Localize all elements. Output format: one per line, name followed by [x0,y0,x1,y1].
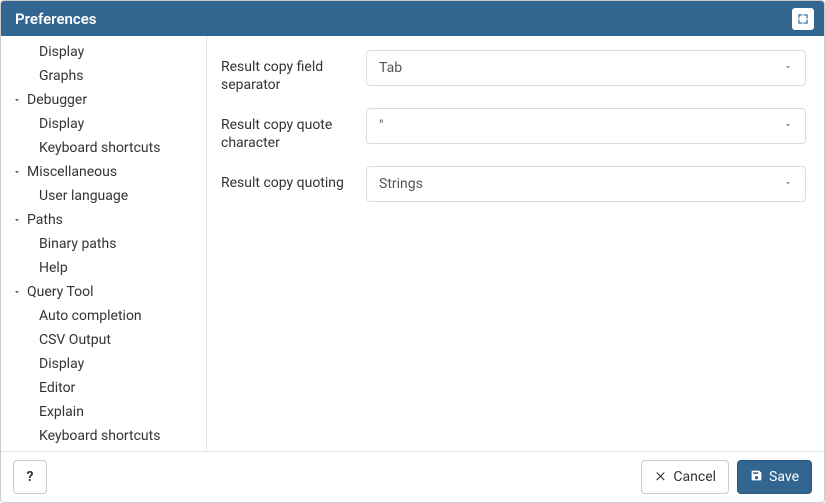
sidebar-item[interactable]: Display [1,112,206,136]
chevron-down-icon [11,214,23,226]
form-control: " [366,108,806,144]
cancel-button[interactable]: Cancel [641,460,729,494]
close-icon [654,469,667,486]
select-input[interactable]: " [366,108,806,144]
form-label: Result copy quote character [221,108,366,152]
select-value: Strings [379,176,423,192]
chevron-down-icon [11,166,23,178]
dialog-title: Preferences [15,10,97,28]
dialog-body: DisplayGraphsDebuggerDisplayKeyboard sho… [1,36,824,451]
form-control: Strings [366,166,806,202]
sidebar-group-header[interactable]: Paths [1,208,206,232]
sidebar-group-label: Paths [27,210,63,230]
form-label: Result copy field separator [221,50,366,94]
sidebar-item[interactable]: Display [1,40,206,64]
select-input[interactable]: Tab [366,50,806,86]
titlebar: Preferences [1,1,824,36]
chevron-down-icon [11,286,23,298]
sidebar-group-label: Query Tool [27,282,94,302]
footer: ? Cancel Save [1,451,824,502]
sidebar-item[interactable]: Display [1,352,206,376]
sidebar-group-header[interactable]: Miscellaneous [1,160,206,184]
sidebar-group-label: Miscellaneous [27,162,117,182]
sidebar-item[interactable]: User language [1,184,206,208]
select-value: Tab [379,60,402,76]
caret-down-icon [783,60,793,76]
caret-down-icon [783,176,793,192]
save-label: Save [769,469,799,485]
select-value: " [379,118,383,134]
sidebar-item[interactable]: Keyboard shortcuts [1,424,206,448]
chevron-down-icon [11,94,23,106]
select-input[interactable]: Strings [366,166,806,202]
save-button[interactable]: Save [737,460,812,494]
preferences-dialog: Preferences DisplayGraphsDebuggerDisplay… [0,0,825,503]
cancel-label: Cancel [673,469,716,485]
sidebar-item[interactable]: Explain [1,400,206,424]
sidebar-group: MiscellaneousUser language [1,160,206,208]
caret-down-icon [783,118,793,134]
sidebar-item[interactable]: Binary paths [1,232,206,256]
help-icon: ? [27,469,34,485]
help-button[interactable]: ? [13,460,47,494]
content-pane: Result copy field separatorTabResult cop… [207,36,824,451]
sidebar-item[interactable]: Help [1,256,206,280]
form-label: Result copy quoting [221,166,366,192]
form-row: Result copy quote character " [221,108,806,152]
expand-icon[interactable] [792,8,814,30]
sidebar-group-header[interactable]: Debugger [1,88,206,112]
footer-actions: Cancel Save [641,460,812,494]
form-row: Result copy field separator Tab [221,50,806,94]
sidebar-group: DebuggerDisplayKeyboard shortcuts [1,88,206,160]
sidebar-item[interactable]: CSV Output [1,328,206,352]
sidebar-group: DisplayGraphs [1,40,206,88]
sidebar-group-header[interactable]: Query Tool [1,280,206,304]
sidebar-item[interactable]: Graphs [1,64,206,88]
sidebar-item[interactable]: Auto completion [1,304,206,328]
sidebar-item[interactable]: Keyboard shortcuts [1,136,206,160]
sidebar: DisplayGraphsDebuggerDisplayKeyboard sho… [1,36,207,451]
sidebar-group: PathsBinary pathsHelp [1,208,206,280]
sidebar-item[interactable]: Editor [1,376,206,400]
save-icon [750,469,763,486]
form-row: Result copy quoting Strings [221,166,806,202]
sidebar-group: Query ToolAuto completionCSV OutputDispl… [1,280,206,451]
form-control: Tab [366,50,806,86]
sidebar-group-label: Debugger [27,90,87,110]
